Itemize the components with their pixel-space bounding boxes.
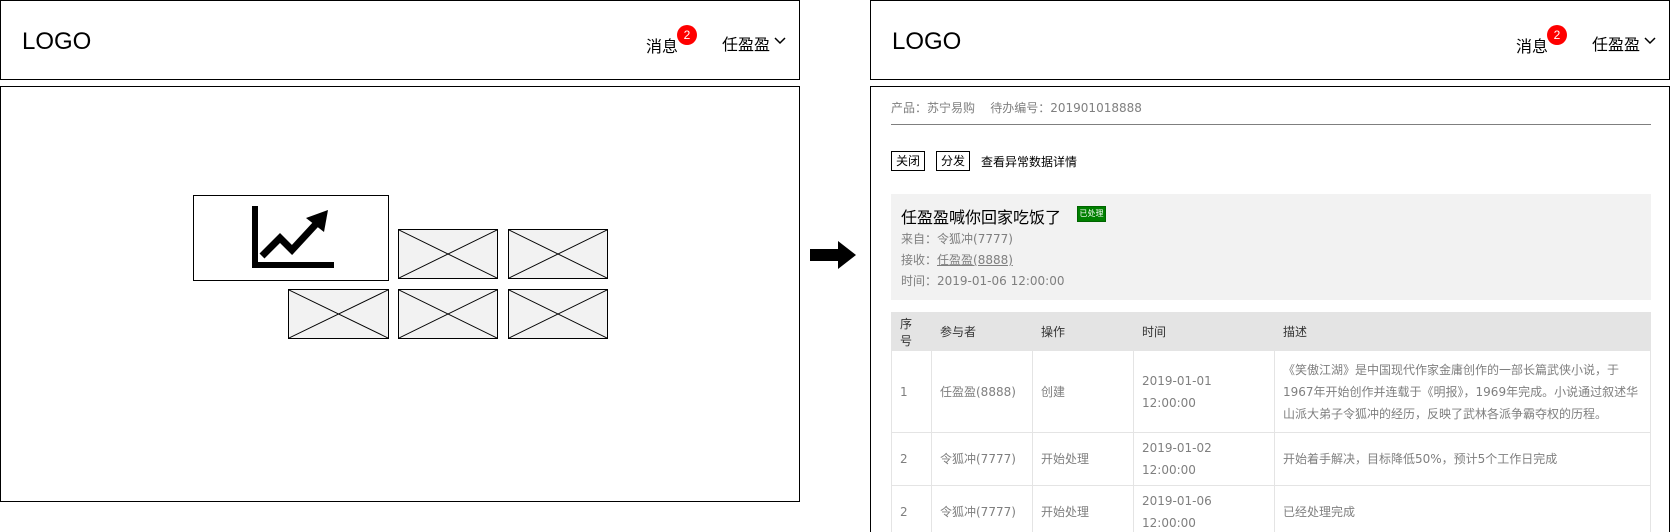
detail-panel: 产品：苏宁易购 待办编号：201901018888 关闭 分发 查看异常数据详情… xyxy=(870,86,1670,532)
user-menu[interactable]: 任盈盈 xyxy=(722,31,770,55)
task-card: 任盈盈喊你回家吃饭了 已处理 来自：令狐冲(7777) 接收：任盈盈(8888)… xyxy=(891,194,1651,300)
table-row: 1 任盈盈(8888) 创建 2019-01-01 12:00:00 《笑傲江湖… xyxy=(891,350,1651,433)
to-label: 接收： xyxy=(901,253,938,267)
view-anomaly-link[interactable]: 查看异常数据详情 xyxy=(981,153,1077,170)
image-placeholder xyxy=(398,289,498,339)
cell-participant: 令狐冲(7777) xyxy=(931,432,1033,486)
cell-action: 开始处理 xyxy=(1032,485,1134,532)
image-placeholder xyxy=(288,289,389,339)
right-header: LOGO 消息 2 任盈盈 xyxy=(870,0,1670,80)
col-description: 描述 xyxy=(1274,312,1651,351)
from-line: 来自：令狐冲(7777) xyxy=(901,230,1013,247)
image-placeholder xyxy=(398,229,498,279)
cell-time: 2019-01-02 12:00:00 xyxy=(1133,432,1275,486)
time-line: 时间：2019-01-06 12:00:00 xyxy=(901,272,1064,289)
cell-index: 2 xyxy=(891,432,932,486)
task-title: 任盈盈喊你回家吃饭了 xyxy=(901,208,1062,227)
chart-tile[interactable] xyxy=(193,195,389,281)
table-header-row: 序号 参与者 操作 时间 描述 xyxy=(891,312,1651,351)
cell-description: 开始着手解决，目标降低50%，预计5个工作日完成 xyxy=(1274,432,1651,486)
col-time: 时间 xyxy=(1133,312,1275,351)
arrow-right-icon xyxy=(810,241,856,269)
cell-action: 开始处理 xyxy=(1032,432,1134,486)
time-value: 2019-01-06 12:00:00 xyxy=(937,274,1065,288)
table-row: 2 令狐冲(7777) 开始处理 2019-01-06 12:00:00 已经处… xyxy=(891,485,1651,532)
messages-link[interactable]: 消息 xyxy=(1516,33,1548,57)
left-content xyxy=(0,86,800,502)
col-participant: 参与者 xyxy=(931,312,1033,351)
left-header: LOGO 消息 2 任盈盈 xyxy=(0,0,800,80)
messages-badge: 2 xyxy=(1547,25,1567,45)
dispatch-button[interactable]: 分发 xyxy=(936,151,970,171)
cell-participant: 令狐冲(7777) xyxy=(931,485,1033,532)
image-placeholder xyxy=(508,229,608,279)
from-value: 令狐冲(7777) xyxy=(937,232,1013,246)
cell-description: 《笑傲江湖》是中国现代作家金庸创作的一部长篇武侠小说，于1967年开始创作并连载… xyxy=(1274,350,1651,433)
image-placeholder xyxy=(508,289,608,339)
history-table: 序号 参与者 操作 时间 描述 1 任盈盈(8888) 创建 2019-01-0… xyxy=(891,312,1651,532)
to-value-link[interactable]: 任盈盈(8888) xyxy=(937,253,1013,267)
logo[interactable]: LOGO xyxy=(892,28,961,56)
time-label: 时间： xyxy=(901,274,938,288)
cell-action: 创建 xyxy=(1032,350,1134,433)
logo[interactable]: LOGO xyxy=(22,28,91,56)
to-line: 接收：任盈盈(8888) xyxy=(901,251,1013,268)
messages-badge: 2 xyxy=(677,25,697,45)
col-action: 操作 xyxy=(1032,312,1134,351)
chevron-down-icon[interactable] xyxy=(1643,36,1657,46)
messages-link[interactable]: 消息 xyxy=(646,33,678,57)
chevron-down-icon[interactable] xyxy=(773,36,787,46)
col-index: 序号 xyxy=(891,312,932,351)
close-button[interactable]: 关闭 xyxy=(891,151,925,171)
task-meta: 产品：苏宁易购 待办编号：201901018888 xyxy=(891,101,1142,115)
user-menu[interactable]: 任盈盈 xyxy=(1592,31,1640,55)
cell-participant: 任盈盈(8888) xyxy=(931,350,1033,433)
cell-description: 已经处理完成 xyxy=(1274,485,1651,532)
from-label: 来自： xyxy=(901,232,938,246)
table-row: 2 令狐冲(7777) 开始处理 2019-01-02 12:00:00 开始着… xyxy=(891,432,1651,486)
divider xyxy=(891,124,1651,125)
cell-time: 2019-01-06 12:00:00 xyxy=(1133,485,1275,532)
cell-index: 1 xyxy=(891,350,932,433)
cell-time: 2019-01-01 12:00:00 xyxy=(1133,350,1275,433)
status-badge: 已处理 xyxy=(1077,206,1106,222)
line-chart-icon xyxy=(252,206,334,268)
cell-index: 2 xyxy=(891,485,932,532)
